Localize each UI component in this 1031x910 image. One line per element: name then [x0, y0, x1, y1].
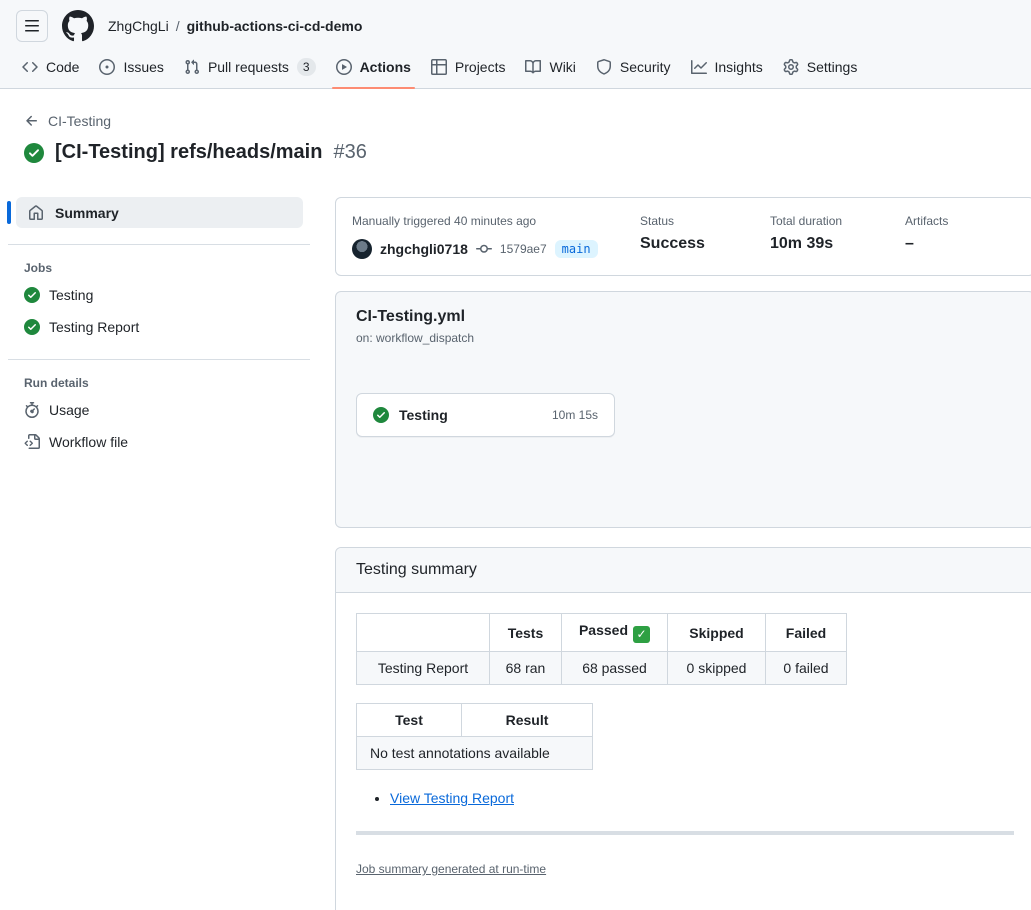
arrow-left-icon [24, 113, 40, 129]
pull-requests-count-badge: 3 [297, 58, 316, 76]
sidebar-job-testing[interactable]: Testing [16, 279, 335, 311]
results-header-tests: Tests [490, 614, 562, 652]
tab-insights[interactable]: Insights [681, 50, 773, 88]
run-header: CI-Testing [CI-Testing] refs/heads/main … [0, 89, 1031, 164]
summary-divider [356, 831, 1014, 835]
artifacts-label: Artifacts [905, 214, 1005, 228]
code-icon [22, 59, 38, 75]
breadcrumb-repo[interactable]: github-actions-ci-cd-demo [187, 18, 363, 34]
results-cell-passed: 68 passed [562, 652, 668, 685]
github-logo[interactable] [62, 10, 94, 42]
sidebar-item-usage[interactable]: Usage [16, 394, 335, 426]
trigger-text: Manually triggered 40 minutes ago [352, 214, 640, 228]
sidebar-item-workflow-file[interactable]: Workflow file [16, 426, 335, 458]
octocat-icon [62, 10, 94, 42]
annotations-header-test: Test [357, 704, 462, 737]
play-icon [336, 59, 352, 75]
file-code-icon [24, 434, 40, 450]
tab-wiki[interactable]: Wiki [515, 50, 585, 88]
artifacts-value: – [905, 235, 1005, 253]
run-summary-card: Manually triggered 40 minutes ago zhgchg… [335, 197, 1031, 276]
home-icon [28, 205, 44, 221]
issue-opened-icon [99, 59, 115, 75]
breadcrumb: ZhgChgLi / github-actions-ci-cd-demo [108, 18, 362, 34]
actor-login[interactable]: zhgchgli0718 [380, 241, 468, 257]
app-header: ZhgChgLi / github-actions-ci-cd-demo Cod… [0, 0, 1031, 89]
graph-icon [691, 59, 707, 75]
run-success-check-icon [24, 143, 44, 163]
check-circle-icon [24, 287, 40, 303]
results-cell-skipped: 0 skipped [668, 652, 766, 685]
commit-sha-link[interactable]: 1579ae7 [500, 242, 547, 256]
job-summary-footer-link[interactable]: Job summary generated at run-time [356, 862, 546, 876]
workflow-file-name: CI-Testing.yml [356, 308, 1014, 326]
results-cell-name: Testing Report [357, 652, 490, 685]
sidebar-item-summary[interactable]: Summary [16, 197, 303, 228]
table-icon [431, 59, 447, 75]
active-indicator-bar [7, 201, 11, 224]
stopwatch-icon [24, 402, 40, 418]
run-details-heading: Run details [24, 376, 335, 390]
duration-value: 10m 39s [770, 235, 905, 253]
back-to-workflow-link[interactable]: CI-Testing [24, 113, 111, 129]
table-row: Testing Report 68 ran 68 passed 0 skippe… [357, 652, 847, 685]
avatar[interactable] [352, 239, 372, 259]
gear-icon [783, 59, 799, 75]
workflow-trigger: on: workflow_dispatch [356, 331, 1014, 345]
testing-summary-title: Testing summary [336, 548, 1031, 593]
annotations-empty-message: No test annotations available [357, 737, 593, 770]
book-icon [525, 59, 541, 75]
hamburger-icon [24, 18, 40, 34]
testing-summary-card: Testing summary Tests Passed Skipped Fai… [335, 547, 1031, 910]
run-sidebar: Summary Jobs Testing Testing Report Run … [0, 197, 335, 910]
sidebar-divider [8, 359, 310, 360]
results-header-failed: Failed [766, 614, 847, 652]
results-header-skipped: Skipped [668, 614, 766, 652]
repo-nav: Code Issues Pull requests 3 Actions Proj… [0, 48, 1031, 88]
branch-badge[interactable]: main [555, 240, 598, 258]
tab-issues[interactable]: Issues [89, 50, 173, 88]
run-main-content: Manually triggered 40 minutes ago zhgchg… [335, 197, 1031, 910]
sidebar-job-testing-report[interactable]: Testing Report [16, 311, 335, 343]
tab-code[interactable]: Code [12, 50, 89, 88]
jobs-heading: Jobs [24, 261, 335, 275]
duration-label: Total duration [770, 214, 905, 228]
status-value: Success [640, 235, 770, 253]
results-header-empty [357, 614, 490, 652]
breadcrumb-owner[interactable]: ZhgChgLi [108, 18, 169, 34]
sidebar-divider [8, 244, 310, 245]
summary-link-list: View Testing Report [356, 790, 1014, 806]
tab-pull-requests[interactable]: Pull requests 3 [174, 50, 326, 88]
annotations-table: Test Result No test annotations availabl… [356, 703, 593, 770]
results-cell-tests: 68 ran [490, 652, 562, 685]
annotations-header-result: Result [462, 704, 593, 737]
results-cell-failed: 0 failed [766, 652, 847, 685]
check-circle-icon [24, 319, 40, 335]
passed-check-emoji-icon [633, 626, 650, 643]
git-commit-icon [476, 241, 492, 257]
page-title: [CI-Testing] refs/heads/main [55, 141, 322, 164]
status-label: Status [640, 214, 770, 228]
view-testing-report-link[interactable]: View Testing Report [390, 790, 514, 806]
shield-icon [596, 59, 612, 75]
check-circle-icon [373, 407, 389, 423]
workflow-graph-card: CI-Testing.yml on: workflow_dispatch Tes… [335, 291, 1031, 528]
job-node-testing[interactable]: Testing 10m 15s [356, 393, 615, 437]
test-results-table: Tests Passed Skipped Failed Testing Repo… [356, 613, 847, 685]
tab-projects[interactable]: Projects [421, 50, 516, 88]
run-number: #36 [333, 141, 366, 164]
tab-settings[interactable]: Settings [773, 50, 868, 88]
git-pull-request-icon [184, 59, 200, 75]
tab-security[interactable]: Security [586, 50, 681, 88]
table-row: No test annotations available [357, 737, 593, 770]
breadcrumb-separator: / [176, 18, 180, 34]
job-duration: 10m 15s [552, 408, 598, 422]
results-header-passed: Passed [562, 614, 668, 652]
hamburger-menu-button[interactable] [16, 10, 48, 42]
list-item: View Testing Report [390, 790, 1014, 806]
tab-actions[interactable]: Actions [326, 50, 421, 88]
